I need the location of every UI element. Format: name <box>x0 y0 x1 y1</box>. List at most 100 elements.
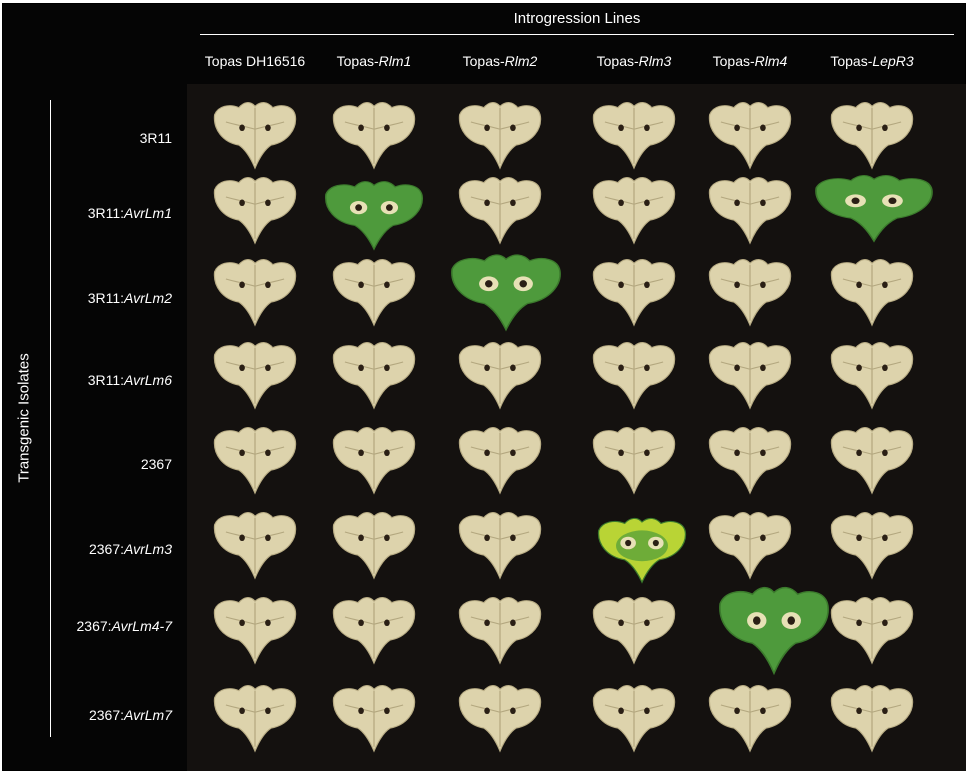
leaf-specimen <box>213 512 297 580</box>
inoculation-lesion <box>734 199 740 207</box>
leaf-specimen <box>708 259 792 327</box>
inoculation-lesion <box>510 534 516 542</box>
inoculation-lesion <box>856 534 862 542</box>
inoculation-lesion <box>510 619 516 627</box>
inoculation-lesion <box>644 199 650 207</box>
leaf-specimen <box>451 254 561 332</box>
leaf-specimen <box>830 259 914 327</box>
inoculation-lesion <box>644 364 650 372</box>
inoculation-lesion <box>358 707 364 715</box>
inoculation-lesion <box>734 534 740 542</box>
inoculation-lesion <box>510 364 516 372</box>
leaf-specimen <box>458 102 542 170</box>
inoculation-lesion <box>644 124 650 132</box>
inoculation-lesion <box>355 204 362 211</box>
inoculation-lesion <box>239 281 245 289</box>
column-label-4: Topas-Rlm3 <box>596 53 672 69</box>
inoculation-lesion <box>265 281 271 289</box>
inoculation-lesion <box>384 619 390 627</box>
inoculation-lesion <box>384 364 390 372</box>
column-label-1: Topas DH16516 <box>204 53 306 69</box>
inoculation-lesion <box>888 197 897 205</box>
inoculation-lesion <box>484 707 490 715</box>
row-label-3: 3R11:AvrLm2 <box>87 290 172 306</box>
inoculation-lesion <box>882 364 888 372</box>
leaf-specimen <box>332 259 416 327</box>
leaf-specimen <box>592 102 676 170</box>
side-title: Transgenic Isolates <box>15 353 33 483</box>
inoculation-lesion <box>856 124 862 132</box>
inoculation-lesion <box>510 707 516 715</box>
inoculation-lesion <box>484 449 490 457</box>
inoculation-lesion <box>484 124 490 132</box>
leaf-specimen <box>213 597 297 665</box>
leaf-specimen <box>332 512 416 580</box>
leaf-specimen <box>815 175 933 243</box>
inoculation-lesion <box>734 707 740 715</box>
leaf-specimen <box>708 427 792 495</box>
inoculation-lesion <box>856 619 862 627</box>
inoculation-lesion <box>239 534 245 542</box>
inoculation-lesion <box>760 124 766 132</box>
inoculation-lesion <box>510 449 516 457</box>
inoculation-lesion <box>484 619 490 627</box>
row-label-8: 2367:AvrLm7 <box>88 707 172 723</box>
row-label-6: 2367:AvrLm3 <box>88 541 172 557</box>
inoculation-lesion <box>265 199 271 207</box>
inoculation-lesion <box>618 364 624 372</box>
inoculation-lesion <box>265 619 271 627</box>
leaf-blade <box>719 586 829 676</box>
column-label-3: Topas-Rlm2 <box>462 53 538 69</box>
leaf-specimen <box>708 102 792 170</box>
leaf-specimen <box>830 102 914 170</box>
inoculation-lesion <box>760 281 766 289</box>
inoculation-lesion <box>384 281 390 289</box>
leaf-specimen <box>213 259 297 327</box>
inoculation-lesion <box>484 364 490 372</box>
leaf-specimen <box>213 102 297 170</box>
leaf-specimen <box>708 512 792 580</box>
column-label-2: Topas-Rlm1 <box>336 53 412 69</box>
inoculation-lesion <box>239 619 245 627</box>
leaf-specimen <box>332 102 416 170</box>
inoculation-lesion <box>384 124 390 132</box>
inoculation-lesion <box>882 281 888 289</box>
leaf-specimen <box>830 512 914 580</box>
inoculation-lesion <box>384 449 390 457</box>
inoculation-lesion <box>882 619 888 627</box>
leaf-specimen <box>213 177 297 245</box>
inoculation-lesion <box>644 619 650 627</box>
leaf-specimen <box>325 181 423 251</box>
row-label-5: 2367 <box>140 456 172 472</box>
inoculation-lesion <box>851 197 860 205</box>
leaf-specimen <box>708 177 792 245</box>
leaf-specimen <box>719 586 829 676</box>
inoculation-lesion <box>484 199 490 207</box>
inoculation-lesion <box>265 124 271 132</box>
inoculation-lesion <box>753 616 761 625</box>
inoculation-lesion <box>734 449 740 457</box>
header-divider <box>200 34 954 35</box>
inoculation-lesion <box>652 539 659 547</box>
inoculation-lesion <box>358 364 364 372</box>
leaf-specimen <box>458 427 542 495</box>
inoculation-lesion <box>625 539 632 547</box>
inoculation-lesion <box>644 281 650 289</box>
inoculation-lesion <box>358 534 364 542</box>
inoculation-lesion <box>882 707 888 715</box>
inoculation-lesion <box>618 124 624 132</box>
inoculation-lesion <box>358 124 364 132</box>
inoculation-lesion <box>239 449 245 457</box>
leaf-specimen <box>708 342 792 410</box>
inoculation-lesion <box>265 364 271 372</box>
row-label-2: 3R11:AvrLm1 <box>87 205 172 221</box>
leaf-specimen <box>332 342 416 410</box>
leaf-specimen <box>458 342 542 410</box>
inoculation-lesion <box>618 619 624 627</box>
inoculation-lesion <box>510 124 516 132</box>
inoculation-lesion <box>787 616 795 625</box>
leaf-blade <box>815 175 933 243</box>
leaf-specimen <box>332 685 416 753</box>
leaf-specimen <box>458 685 542 753</box>
leaf-specimen <box>830 342 914 410</box>
